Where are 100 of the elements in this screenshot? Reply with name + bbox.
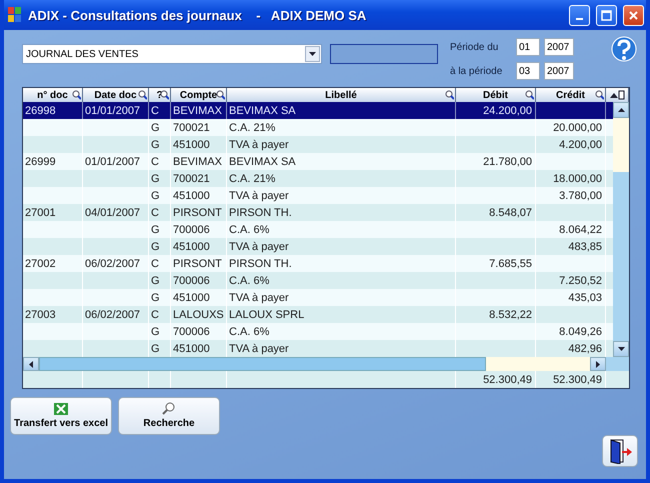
table-cell: 700006	[171, 272, 227, 289]
document-icon[interactable]	[618, 90, 624, 100]
column-header[interactable]: Date doc	[83, 88, 149, 102]
table-cell: 01/01/2007	[83, 102, 149, 119]
table-row[interactable]: G 451000 TVA à payer 4.200,00	[23, 136, 613, 153]
table-cell: 26999	[23, 153, 83, 170]
search-icon[interactable]	[595, 90, 604, 100]
empty-field[interactable]	[330, 44, 438, 64]
table-cell: LALOUX SPRL	[227, 306, 456, 323]
table-cell: 451000	[171, 238, 227, 255]
scrollbar-thumb[interactable]	[39, 357, 486, 371]
search-icon[interactable]	[525, 90, 534, 100]
journal-dropdown[interactable]: JOURNAL DES VENTES	[22, 44, 322, 64]
table-row[interactable]: 27001 04/01/2007 C PIRSONT PIRSON TH. 8.548,07	[23, 204, 613, 221]
caret-right-icon	[596, 360, 600, 368]
column-header[interactable]: Compte	[171, 88, 227, 102]
table-cell: 27001	[23, 204, 83, 221]
table-cell: TVA à payer	[227, 187, 456, 204]
table-cell: TVA à payer	[227, 340, 456, 357]
table-cell: BEVIMAX SA	[227, 153, 456, 170]
table-cell: 06/02/2007	[83, 255, 149, 272]
search-icon[interactable]	[138, 90, 147, 100]
table-cell: G	[149, 119, 171, 136]
exit-button[interactable]	[602, 435, 638, 467]
search-icon[interactable]	[72, 90, 81, 100]
horizontal-scrollbar[interactable]	[23, 357, 629, 371]
scroll-left-button[interactable]	[23, 357, 39, 371]
export-button[interactable]: Transfert vers excel	[10, 397, 112, 435]
month-field[interactable]: 01	[516, 38, 540, 56]
table-cell: 700021	[171, 119, 227, 136]
magnifier-icon	[162, 401, 176, 415]
selection-marker	[606, 102, 613, 119]
table-cell: C	[149, 102, 171, 119]
table-cell: TVA à payer	[227, 238, 456, 255]
vertical-scrollbar[interactable]	[613, 102, 629, 357]
table-row[interactable]: 27003 06/02/2007 C LALOUXS LALOUX SPRL 8.532,22	[23, 306, 613, 323]
app-icon	[8, 7, 22, 23]
table-row[interactable]: G 451000 TVA à payer 482,96	[23, 340, 613, 357]
period-to-label: à la période	[450, 66, 504, 76]
search-icon[interactable]	[445, 90, 454, 100]
maximize-button[interactable]	[596, 4, 617, 26]
column-header[interactable]: Libellé	[227, 88, 456, 102]
table-cell: BEVIMAX	[171, 102, 227, 119]
scroll-down-button[interactable]	[613, 341, 629, 357]
table-cell: PIRSON TH.	[227, 204, 456, 221]
table-cell: C.A. 6%	[227, 221, 456, 238]
table-cell: PIRSON TH.	[227, 255, 456, 272]
table-cell: BEVIMAX	[171, 153, 227, 170]
column-header[interactable]: Crédit	[536, 88, 606, 102]
table-cell: G	[149, 323, 171, 340]
table-cell: C	[149, 306, 171, 323]
table-cell: 700006	[171, 323, 227, 340]
table-cell: G	[149, 221, 171, 238]
table-cell: G	[149, 289, 171, 306]
table-cell: 451000	[171, 289, 227, 306]
table-cell	[536, 102, 606, 119]
table-row[interactable]: 26998 01/01/2007 C BEVIMAX BEVIMAX SA 24.200,00	[23, 102, 613, 119]
table-cell: LALOUXS	[171, 306, 227, 323]
year-field[interactable]: 2007	[544, 62, 574, 80]
table-row[interactable]: G 700021 C.A. 21% 18.000,00	[23, 170, 613, 187]
table-cell: 451000	[171, 187, 227, 204]
scroll-up-button[interactable]	[613, 102, 629, 118]
table-cell: 451000	[171, 136, 227, 153]
table-cell: 700006	[171, 221, 227, 238]
search-button[interactable]: Recherche	[118, 397, 220, 435]
scroll-right-button[interactable]	[590, 357, 606, 371]
caret-down-icon	[618, 347, 624, 351]
minimize-button[interactable]	[569, 4, 590, 26]
table-cell: G	[149, 272, 171, 289]
table-cell: G	[149, 187, 171, 204]
help-icon[interactable]	[610, 36, 638, 64]
caret-up-icon	[618, 108, 624, 112]
table-cell: TVA à payer	[227, 289, 456, 306]
table-row[interactable]: G 451000 TVA à payer 483,85	[23, 238, 613, 255]
table-cell: BEVIMAX SA	[227, 102, 456, 119]
caret-left-icon	[29, 360, 33, 368]
year-field[interactable]: 2007	[544, 38, 574, 56]
table-cell: 700021	[171, 170, 227, 187]
table-cell: 27003	[23, 306, 83, 323]
search-icon[interactable]	[160, 90, 169, 100]
column-header[interactable]: n° doc	[23, 88, 83, 102]
table-cell: C.A. 6%	[227, 272, 456, 289]
table-cell: C.A. 21%	[227, 119, 456, 136]
table-cell: 27002	[23, 255, 83, 272]
table-cell: G	[149, 238, 171, 255]
triangle-up-icon[interactable]	[610, 92, 618, 98]
close-button[interactable]	[623, 4, 644, 26]
table-options-header[interactable]	[606, 88, 629, 102]
table-cell: PIRSONT	[171, 204, 227, 221]
spreadsheet-icon	[54, 403, 68, 415]
month-field[interactable]: 03	[516, 62, 540, 80]
table-cell: C	[149, 255, 171, 272]
table-cell: 24.200,00	[456, 102, 536, 119]
table-cell: 04/01/2007	[83, 204, 149, 221]
minimize-icon	[576, 18, 583, 20]
column-header[interactable]: Débit	[456, 88, 536, 102]
search-icon[interactable]	[216, 90, 225, 100]
table-cell: G	[149, 170, 171, 187]
dropdown-button[interactable]	[305, 46, 320, 62]
table-row[interactable]: G 700006 C.A. 6% 7.250,52	[23, 272, 613, 289]
